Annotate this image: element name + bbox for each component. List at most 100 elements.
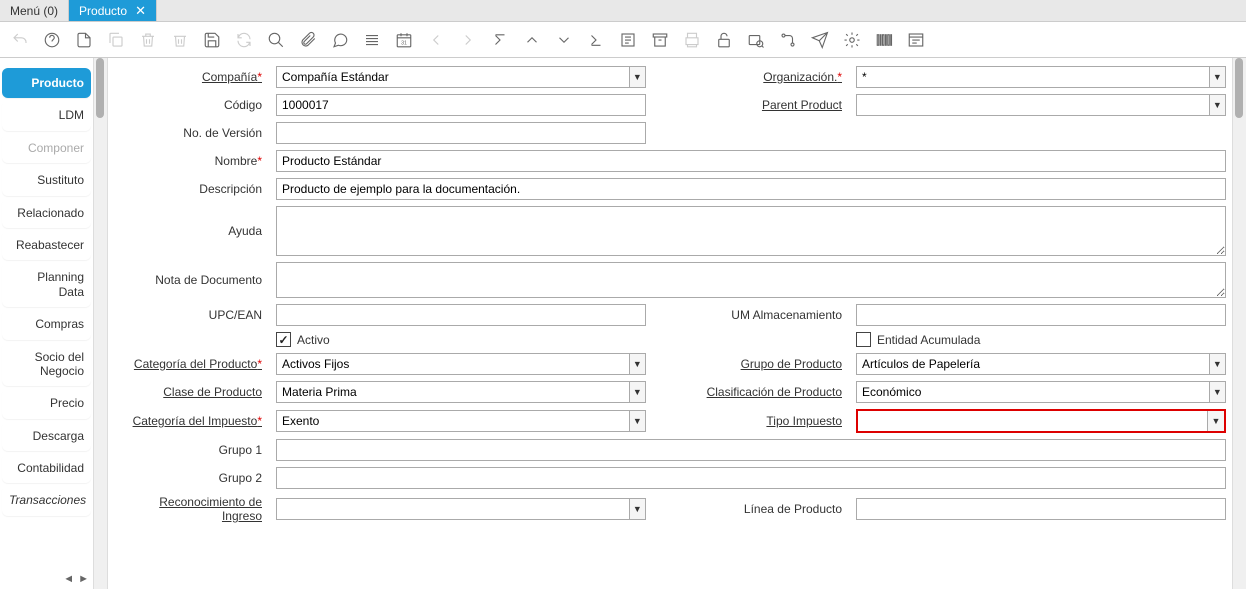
- input-recon-ingreso[interactable]: [276, 498, 629, 520]
- delete-icon[interactable]: [136, 28, 160, 52]
- barcode-icon[interactable]: [872, 28, 896, 52]
- workflow-icon[interactable]: [776, 28, 800, 52]
- label-organizacion: Organización.*: [656, 70, 846, 84]
- up-icon[interactable]: [520, 28, 544, 52]
- dropdown-compania-icon[interactable]: ▼: [629, 66, 646, 88]
- input-grupo2[interactable]: [276, 467, 1226, 489]
- tab-producto[interactable]: Producto ✕: [69, 0, 157, 21]
- form-icon[interactable]: [904, 28, 928, 52]
- sidebar: Producto LDM Componer Sustituto Relacion…: [0, 58, 94, 589]
- checkbox-activo[interactable]: ✓: [276, 332, 291, 347]
- sidebar-item-planning[interactable]: Planning Data: [2, 262, 91, 307]
- sidebar-item-sustituto[interactable]: Sustituto: [2, 165, 91, 195]
- dropdown-cat-producto-icon[interactable]: ▼: [629, 353, 646, 375]
- search-icon[interactable]: [264, 28, 288, 52]
- input-cat-impuesto[interactable]: [276, 410, 629, 432]
- label-grupo1: Grupo 1: [116, 443, 266, 457]
- attachment-icon[interactable]: [296, 28, 320, 52]
- sidebar-item-relacionado[interactable]: Relacionado: [2, 198, 91, 228]
- next-icon[interactable]: [456, 28, 480, 52]
- print-icon[interactable]: [680, 28, 704, 52]
- right-scrollbar[interactable]: [1232, 58, 1246, 589]
- sidebar-item-transacciones[interactable]: Transacciones: [2, 485, 91, 515]
- chat-icon[interactable]: [328, 28, 352, 52]
- input-grupo1[interactable]: [276, 439, 1226, 461]
- sidebar-scroll-left-icon[interactable]: ◄: [63, 573, 74, 585]
- send-icon[interactable]: [808, 28, 832, 52]
- label-descripcion: Descripción: [116, 182, 266, 196]
- input-clase-producto[interactable]: [276, 381, 629, 403]
- left-scrollbar[interactable]: [94, 58, 108, 589]
- prev-icon[interactable]: [424, 28, 448, 52]
- dropdown-clase-producto-icon[interactable]: ▼: [629, 381, 646, 403]
- sidebar-item-ldm[interactable]: LDM: [2, 100, 91, 130]
- label-no-version: No. de Versión: [116, 126, 266, 140]
- label-nombre: Nombre*: [116, 154, 266, 168]
- input-organizacion[interactable]: [856, 66, 1209, 88]
- archive-icon[interactable]: [648, 28, 672, 52]
- settings-icon[interactable]: [840, 28, 864, 52]
- label-entidad-acumulada: Entidad Acumulada: [877, 333, 980, 347]
- tab-menu-label: Menú (0): [10, 4, 58, 18]
- tab-menu[interactable]: Menú (0): [0, 0, 69, 21]
- list-icon[interactable]: [360, 28, 384, 52]
- input-grupo-producto[interactable]: [856, 353, 1209, 375]
- input-compania[interactable]: [276, 66, 629, 88]
- delete2-icon[interactable]: [168, 28, 192, 52]
- sidebar-item-compras[interactable]: Compras: [2, 309, 91, 339]
- close-icon[interactable]: ✕: [135, 3, 146, 19]
- input-nombre[interactable]: [276, 150, 1226, 172]
- sidebar-item-socio[interactable]: Socio del Negocio: [2, 342, 91, 387]
- dropdown-recon-ingreso-icon[interactable]: ▼: [629, 498, 646, 520]
- save-icon[interactable]: [200, 28, 224, 52]
- window-tabs: Menú (0) Producto ✕: [0, 0, 1246, 22]
- input-cat-producto[interactable]: [276, 353, 629, 375]
- checkbox-entidad-acumulada[interactable]: [856, 332, 871, 347]
- label-clase-producto: Clase de Producto: [116, 385, 266, 399]
- input-codigo[interactable]: [276, 94, 646, 116]
- sidebar-item-reabastecer[interactable]: Reabastecer: [2, 230, 91, 260]
- input-um-almacen[interactable]: [856, 304, 1226, 326]
- sidebar-item-producto[interactable]: Producto: [2, 68, 91, 98]
- dropdown-clasif-producto-icon[interactable]: ▼: [1209, 381, 1226, 403]
- label-clasif-producto: Clasificación de Producto: [656, 385, 846, 399]
- label-nota-doc: Nota de Documento: [116, 273, 266, 287]
- input-linea-producto[interactable]: [856, 498, 1226, 520]
- down-icon[interactable]: [552, 28, 576, 52]
- dropdown-parent-product-icon[interactable]: ▼: [1209, 94, 1226, 116]
- dropdown-organizacion-icon[interactable]: ▼: [1209, 66, 1226, 88]
- undo-icon[interactable]: [8, 28, 32, 52]
- toolbar: 31: [0, 22, 1246, 58]
- label-parent-product: Parent Product: [656, 98, 846, 112]
- input-clasif-producto[interactable]: [856, 381, 1209, 403]
- sidebar-item-precio[interactable]: Precio: [2, 388, 91, 418]
- textarea-ayuda[interactable]: [276, 206, 1226, 256]
- help-icon[interactable]: [40, 28, 64, 52]
- new-icon[interactable]: [72, 28, 96, 52]
- calendar-icon[interactable]: 31: [392, 28, 416, 52]
- last-icon[interactable]: [584, 28, 608, 52]
- sidebar-scroll-right-icon[interactable]: ►: [78, 573, 89, 585]
- dropdown-tipo-impuesto-icon[interactable]: ▼: [1207, 411, 1224, 431]
- label-cat-impuesto: Categoría del Impuesto*: [116, 414, 266, 428]
- input-tipo-impuesto[interactable]: [858, 411, 1207, 431]
- dropdown-cat-impuesto-icon[interactable]: ▼: [629, 410, 646, 432]
- input-parent-product[interactable]: [856, 94, 1209, 116]
- zoom-icon[interactable]: [744, 28, 768, 52]
- first-icon[interactable]: [488, 28, 512, 52]
- sidebar-item-contabilidad[interactable]: Contabilidad: [2, 453, 91, 483]
- copy-icon[interactable]: [104, 28, 128, 52]
- dropdown-grupo-producto-icon[interactable]: ▼: [1209, 353, 1226, 375]
- sidebar-item-componer[interactable]: Componer: [2, 133, 91, 163]
- lock-icon[interactable]: [712, 28, 736, 52]
- refresh-icon[interactable]: [232, 28, 256, 52]
- label-tipo-impuesto: Tipo Impuesto: [656, 414, 846, 428]
- textarea-nota-doc[interactable]: [276, 262, 1226, 298]
- label-grupo-producto: Grupo de Producto: [656, 357, 846, 371]
- sidebar-item-descarga[interactable]: Descarga: [2, 421, 91, 451]
- report-icon[interactable]: [616, 28, 640, 52]
- input-no-version[interactable]: [276, 122, 646, 144]
- input-descripcion[interactable]: [276, 178, 1226, 200]
- input-upc-ean[interactable]: [276, 304, 646, 326]
- label-recon-ingreso: Reconocimiento de Ingreso: [116, 495, 266, 523]
